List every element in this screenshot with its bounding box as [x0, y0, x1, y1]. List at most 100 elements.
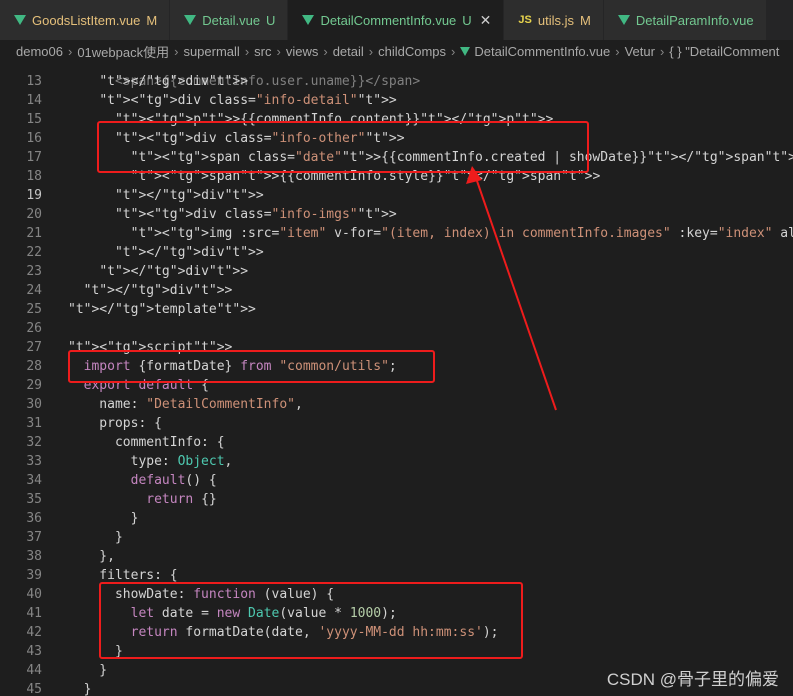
- line-number: 38: [26, 549, 42, 564]
- code-line: 32 commentInfo: {: [0, 433, 793, 452]
- code-line: 13 "t"></"tg">div"t">>: [0, 72, 793, 91]
- tab-label: Detail.vue: [202, 12, 261, 28]
- line-number: 19: [26, 188, 42, 203]
- code-line: 22 "t"></"tg">div"t">>: [0, 243, 793, 262]
- code-text: "t"></"tg">template"t">>: [68, 302, 256, 317]
- breadcrumb: demo06 › 01webpack使用 › supermall › src › vie…: [0, 40, 793, 62]
- code-text: "t"></"tg">div"t">>: [114, 188, 264, 203]
- vue-file-icon: [617, 15, 630, 25]
- chevron-right-icon: ›: [368, 43, 374, 59]
- tab-detail[interactable]: Detail.vue U: [170, 0, 289, 40]
- line-number: 34: [26, 473, 42, 488]
- line-number: 13: [26, 74, 42, 89]
- breadcrumb-item[interactable]: 01webpack使用: [77, 42, 169, 61]
- code-line: 20 "t"><"tg">div class="info-imgs""t">>: [0, 205, 793, 224]
- tab-label: GoodsListItem.vue: [32, 12, 141, 28]
- code-text: "t"><"tg">img :src="item" v-for="(item, …: [130, 226, 793, 241]
- code-text: default() {: [130, 473, 217, 488]
- code-text: "t"></"tg">div"t">>: [83, 283, 233, 298]
- line-number: 20: [26, 207, 42, 222]
- code-text: }: [68, 530, 123, 545]
- chevron-right-icon: ›: [615, 43, 620, 59]
- code-line: 25 "t"></"tg">template"t">>: [0, 300, 793, 319]
- breadcrumb-item[interactable]: views: [286, 44, 319, 59]
- breadcrumb-item[interactable]: detail: [333, 44, 364, 59]
- tab-label: DetailCommentInfo.vue: [320, 12, 457, 28]
- code-line: 34 default() {: [0, 471, 793, 490]
- breadcrumb-item[interactable]: src: [254, 44, 271, 59]
- code-line: 21 "t"><"tg">img :src="item" v-for="(ite…: [0, 224, 793, 243]
- tab-detailcommentinfo[interactable]: DetailCommentInfo.vue U ✕: [288, 0, 505, 40]
- breadcrumb-item[interactable]: { } "DetailComment: [669, 44, 779, 59]
- line-number: 18: [26, 169, 42, 184]
- code-text: "t"><"tg">div class="info-imgs""t">>: [114, 207, 397, 222]
- chevron-right-icon: ›: [276, 43, 281, 59]
- line-number: 32: [26, 435, 42, 450]
- line-number: 17: [26, 150, 42, 165]
- line-number: 27: [26, 340, 42, 355]
- breadcrumb-item[interactable]: childComps: [378, 44, 446, 59]
- close-icon[interactable]: ✕: [480, 12, 492, 29]
- chevron-right-icon: ›: [67, 43, 73, 59]
- line-number: 16: [26, 131, 42, 146]
- line-number: 45: [26, 682, 42, 696]
- vue-file-icon: [14, 15, 26, 25]
- code-line: 35 return {}: [0, 490, 793, 509]
- vue-file-icon: [302, 15, 315, 25]
- chevron-right-icon: ›: [451, 43, 456, 59]
- tab-goodslistitem[interactable]: GoodsListItem.vue M: [0, 0, 171, 40]
- line-number: 14: [26, 93, 42, 108]
- code-editor[interactable]: <span>{{commentInfo.user.uname}}</span> …: [0, 62, 793, 696]
- line-number: 15: [26, 112, 42, 127]
- code-line: 23 "t"></"tg">div"t">>: [0, 262, 793, 281]
- code-text: type: Object,: [68, 454, 233, 469]
- line-number: 44: [26, 663, 42, 678]
- code-line: 19 "t"></"tg">div"t">>: [0, 186, 793, 205]
- code-text: "t"><"tg">div class="info-detail""t">>: [99, 93, 397, 108]
- line-number: 37: [26, 530, 42, 545]
- line-number: 42: [26, 625, 42, 640]
- code-line: 33 type: Object,: [0, 452, 793, 471]
- breadcrumb-item[interactable]: Vetur: [625, 44, 655, 59]
- code-text: "t"></"tg">div"t">>: [99, 74, 249, 89]
- code-text: props: {: [68, 416, 162, 431]
- code-text: }: [68, 663, 108, 678]
- tab-label: utils.js: [537, 12, 574, 28]
- line-number: 24: [26, 283, 42, 298]
- code-text: "t"></"tg">div"t">>: [114, 245, 264, 260]
- code-line: 38 },: [0, 547, 793, 566]
- line-number: 29: [26, 378, 42, 393]
- git-status-badge: M: [146, 12, 158, 28]
- git-status-badge: U: [266, 12, 276, 28]
- breadcrumb-item[interactable]: DetailCommentInfo.vue: [474, 44, 610, 59]
- tab-detailparaminfo[interactable]: DetailParamInfo.vue: [603, 0, 767, 40]
- watermark: CSDN @骨子里的偏爱: [606, 670, 779, 689]
- breadcrumb-item[interactable]: supermall: [183, 44, 239, 59]
- line-number: 41: [26, 606, 42, 621]
- chevron-right-icon: ›: [244, 43, 250, 59]
- tab-utils[interactable]: JS utils.js M: [504, 0, 604, 40]
- code-line: 36 }: [0, 509, 793, 528]
- chevron-right-icon: ›: [323, 43, 328, 59]
- line-number: 31: [26, 416, 42, 431]
- chevron-right-icon: ›: [659, 43, 665, 59]
- git-status-badge: U: [462, 12, 472, 28]
- line-number: 28: [26, 359, 42, 374]
- code-text: }: [68, 511, 139, 526]
- line-number: 21: [26, 226, 42, 241]
- line-number: 43: [26, 644, 42, 659]
- editor-tab-bar: GoodsListItem.vue M Detail.vue U DetailC…: [0, 0, 793, 40]
- code-text: },: [68, 549, 115, 564]
- line-number: 40: [26, 587, 42, 602]
- line-number: 30: [26, 397, 42, 412]
- breadcrumb-item[interactable]: demo06: [16, 44, 63, 59]
- vue-file-icon: [184, 15, 197, 25]
- code-line: 24 "t"></"tg">div"t">>: [0, 281, 793, 300]
- chevron-right-icon: ›: [174, 43, 179, 59]
- js-file-icon: JS: [518, 14, 532, 26]
- vue-file-icon: [460, 46, 471, 56]
- code-line: 30 name: "DetailCommentInfo",: [0, 395, 793, 414]
- line-number: 23: [26, 264, 42, 279]
- annotation-box-filter-usage: [97, 121, 589, 173]
- line-number: 35: [26, 492, 42, 507]
